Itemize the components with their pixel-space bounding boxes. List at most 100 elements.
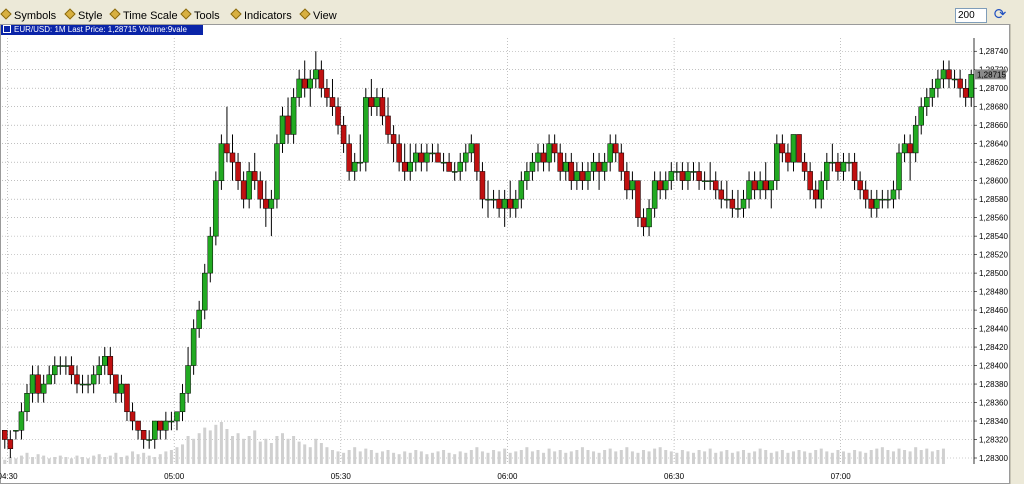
volume-bar <box>453 454 457 464</box>
candle-up <box>268 198 275 209</box>
volume-bar <box>397 454 401 464</box>
volume-bar <box>364 448 368 464</box>
volume-bar <box>75 455 79 464</box>
candle-down <box>257 180 264 200</box>
candle-up <box>307 78 314 89</box>
volume-bar <box>192 438 196 464</box>
volume-bar <box>208 430 212 464</box>
candle-up <box>168 420 175 423</box>
volume-bar <box>47 458 51 464</box>
candle-up <box>924 97 930 107</box>
volume-bar <box>147 455 151 464</box>
candle-up <box>85 383 91 386</box>
volume-bar <box>786 452 790 464</box>
candle-down <box>612 143 619 154</box>
volume-bar <box>408 452 412 464</box>
candle-up <box>968 74 974 98</box>
volume-bar <box>86 458 90 464</box>
x-tick-label: 06:00 <box>497 472 518 481</box>
y-tick-label: 1,28520 <box>979 251 1008 260</box>
candle-up <box>601 161 608 172</box>
volume-bar <box>625 447 629 464</box>
volume-bar <box>553 451 557 464</box>
y-tick-label: 1,28660 <box>979 121 1008 130</box>
candle-down <box>568 161 575 181</box>
candle-up <box>646 208 652 228</box>
candle-up <box>18 411 25 431</box>
candle-down <box>346 143 352 172</box>
candle-down <box>696 171 702 181</box>
candle-up <box>374 97 380 107</box>
volume-bar <box>31 457 35 464</box>
volume-bar <box>875 448 879 464</box>
volume-bar <box>536 450 540 464</box>
volume-bar <box>925 448 929 464</box>
candle-down <box>107 356 114 376</box>
candle-up <box>757 180 763 191</box>
candle-down <box>957 78 963 89</box>
volume-bar <box>653 448 657 464</box>
candle-down <box>679 171 686 181</box>
volume-bar <box>569 451 573 464</box>
volume-bar <box>919 450 923 464</box>
volume-bar <box>358 451 362 464</box>
candle-up <box>901 143 908 154</box>
candle-down <box>779 143 786 154</box>
candle-up <box>424 152 430 163</box>
volume-bar <box>547 448 551 464</box>
candle-up <box>724 198 730 201</box>
volume-bar <box>247 436 251 464</box>
volume-bar <box>797 450 801 464</box>
candle-up <box>490 198 497 201</box>
y-tick-label: 1,28700 <box>979 84 1008 93</box>
volume-bar <box>392 452 396 464</box>
volume-bar <box>92 455 96 464</box>
volume-bar <box>414 450 418 464</box>
volume-bar <box>730 452 734 464</box>
volume-bar <box>430 452 434 464</box>
volume-bar <box>253 430 257 464</box>
candle-down <box>329 97 336 107</box>
candle-up <box>746 180 752 200</box>
volume-bar <box>769 452 773 464</box>
candle-down <box>618 152 625 172</box>
candle-up <box>279 115 286 144</box>
candle-up <box>290 97 297 135</box>
candle-down <box>135 420 141 431</box>
volume-bar <box>14 458 18 464</box>
volume-bar <box>442 450 446 464</box>
candle-down <box>124 383 130 413</box>
y-tick-label: 1,28400 <box>979 362 1008 371</box>
candle-up <box>485 198 491 201</box>
volume-bar <box>447 452 451 464</box>
volume-bar <box>758 448 762 464</box>
candle-up <box>740 198 747 209</box>
volume-bar <box>164 451 168 464</box>
volume-bar <box>642 450 646 464</box>
volume-bar <box>64 457 68 464</box>
candle-down <box>240 180 247 200</box>
volume-bar <box>880 447 884 464</box>
y-tick-label: 1,28500 <box>979 269 1008 278</box>
candle-up <box>929 87 936 98</box>
volume-bar <box>814 450 818 464</box>
candle-up <box>102 356 108 366</box>
volume-bar <box>325 447 329 464</box>
volume-bar <box>475 447 479 464</box>
candle-down <box>762 180 769 191</box>
volume-bar <box>336 451 340 464</box>
volume-bar <box>469 450 473 464</box>
volume-bar <box>708 448 712 464</box>
candle-down <box>446 161 452 172</box>
candle-down <box>390 134 397 144</box>
volume-bar <box>869 450 873 464</box>
candle-up <box>190 328 197 366</box>
volume-bar <box>425 454 429 464</box>
volume-bar <box>864 452 868 464</box>
y-tick-label: 1,28560 <box>979 214 1008 223</box>
candle-down <box>418 152 425 163</box>
candle-up <box>951 78 958 81</box>
candle-up <box>912 124 919 154</box>
candle-up <box>40 383 47 394</box>
candle-up <box>529 161 536 172</box>
